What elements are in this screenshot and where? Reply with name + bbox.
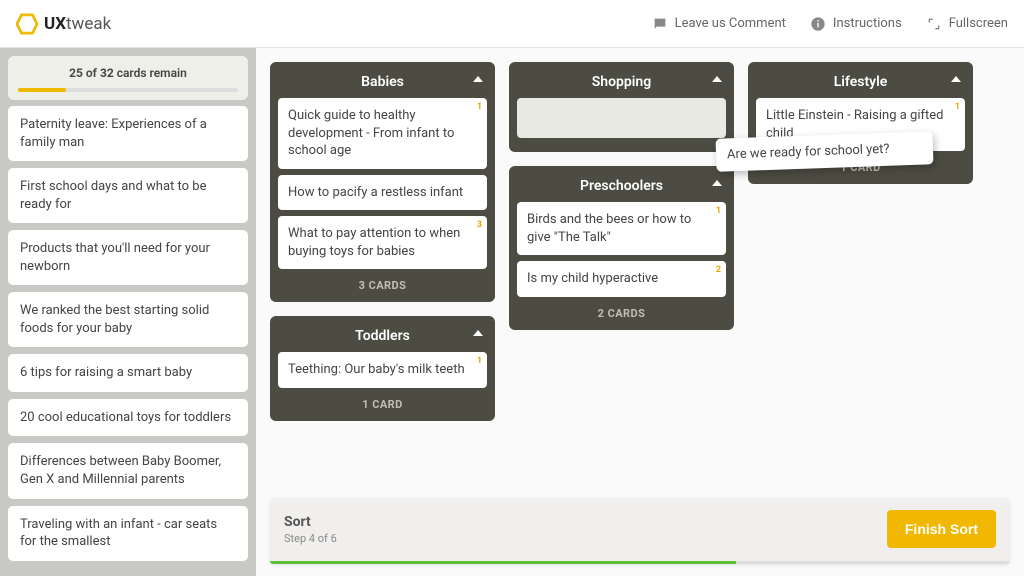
category-babies[interactable]: Babies Quick guide to healthy developmen… — [270, 62, 495, 302]
sorted-card[interactable]: How to pacify a restless infant — [278, 175, 487, 211]
unsorted-card-list[interactable]: Paternity leave: Experiences of a family… — [8, 106, 248, 568]
leave-comment-label: Leave us Comment — [675, 16, 786, 31]
category-title: Babies — [361, 74, 404, 90]
category-count: 1 CARD — [278, 394, 487, 413]
category-toddlers[interactable]: Toddlers Teething: Our baby's milk teeth… — [270, 316, 495, 421]
brand-name-light: tweak — [66, 14, 111, 34]
unsorted-card[interactable]: Differences between Baby Boomer, Gen X a… — [8, 443, 248, 498]
step-progress-track — [270, 561, 1010, 564]
brand-logo: UXtweak — [16, 13, 111, 35]
remaining-total: 32 — [100, 66, 114, 80]
finish-sort-button[interactable]: Finish Sort — [887, 510, 996, 548]
collapse-icon[interactable] — [473, 76, 483, 82]
step-label: Step 4 of 6 — [284, 532, 887, 545]
instructions-button[interactable]: Instructions — [810, 16, 902, 32]
category-title: Toddlers — [355, 328, 410, 344]
hexagon-icon — [16, 13, 38, 35]
category-title: Lifestyle — [834, 74, 888, 90]
category-preschoolers[interactable]: Preschoolers Birds and the bees or how t… — [509, 166, 734, 330]
unsorted-card[interactable]: First school days and what to be ready f… — [8, 168, 248, 223]
collapse-icon[interactable] — [712, 76, 722, 82]
collapse-icon[interactable] — [473, 330, 483, 336]
step-progress-fill — [270, 561, 736, 564]
brand-name-bold: UX — [44, 14, 66, 34]
remaining-count: 25 — [69, 66, 83, 80]
instructions-label: Instructions — [833, 16, 902, 31]
progress-fill — [18, 88, 66, 92]
unsorted-card[interactable]: We ranked the best starting solid foods … — [8, 292, 248, 347]
category-count: 3 CARDS — [278, 275, 487, 294]
category-shopping[interactable]: Shopping — [509, 62, 734, 152]
unsorted-card[interactable]: 20 cool educational toys for toddlers — [8, 399, 248, 437]
card-badge: 1 — [716, 205, 721, 217]
category-title: Preschoolers — [580, 178, 663, 194]
fullscreen-button[interactable]: Fullscreen — [926, 16, 1008, 32]
sort-board: Babies Quick guide to healthy developmen… — [256, 48, 1024, 576]
collapse-icon[interactable] — [951, 76, 961, 82]
sorted-card[interactable]: Birds and the bees or how to give "The T… — [517, 202, 726, 255]
remaining-counter: 25 of 32 cards remain — [8, 56, 248, 100]
unsorted-card[interactable]: Products that you'll need for your newbo… — [8, 230, 248, 285]
card-badge: 2 — [716, 264, 721, 276]
sorted-card[interactable]: What to pay attention to when buying toy… — [278, 216, 487, 269]
category-dropzone[interactable] — [517, 98, 726, 138]
category-title: Shopping — [592, 74, 651, 90]
info-icon — [810, 16, 826, 32]
sorted-card[interactable]: Quick guide to healthy development - Fro… — [278, 98, 487, 169]
unsorted-card[interactable]: Paternity leave: Experiences of a family… — [8, 106, 248, 161]
unsorted-card[interactable]: 6 tips for raising a smart baby — [8, 354, 248, 392]
leave-comment-button[interactable]: Leave us Comment — [652, 16, 786, 32]
sorted-card[interactable]: Is my child hyperactive2 — [517, 261, 726, 297]
collapse-icon[interactable] — [712, 180, 722, 186]
card-badge: 1 — [955, 101, 960, 113]
progress-track — [18, 88, 238, 92]
card-badge: 1 — [477, 355, 482, 367]
fullscreen-label: Fullscreen — [949, 16, 1008, 31]
card-badge: 1 — [477, 101, 482, 113]
unsorted-card[interactable]: Traveling with an infant - car seats for… — [8, 506, 248, 561]
sorted-card[interactable]: Teething: Our baby's milk teeth1 — [278, 352, 487, 388]
app-header: UXtweak Leave us Comment Instructions Fu… — [0, 0, 1024, 48]
fullscreen-icon — [926, 16, 942, 32]
card-badge: 3 — [477, 219, 482, 231]
comment-icon — [652, 16, 668, 32]
category-count: 2 CARDS — [517, 303, 726, 322]
step-title: Sort — [284, 514, 887, 530]
step-footer: Sort Step 4 of 6 Finish Sort — [270, 498, 1010, 564]
card-deck-sidebar: 25 of 32 cards remain Paternity leave: E… — [0, 48, 256, 576]
